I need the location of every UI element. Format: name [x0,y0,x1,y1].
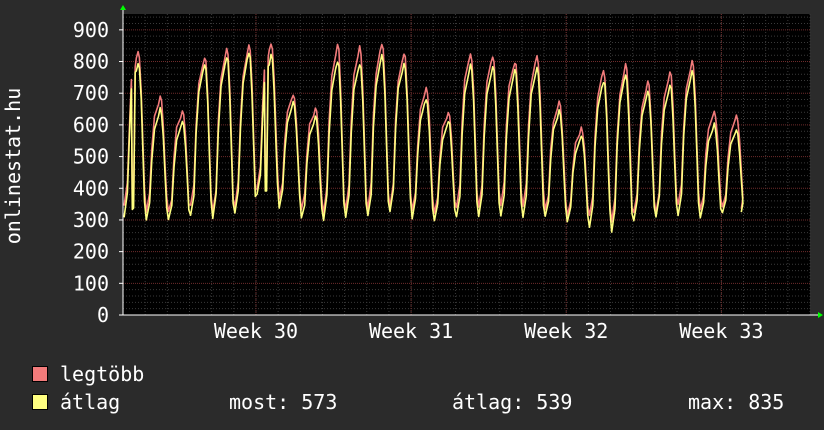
legtobb-swatch [32,366,48,382]
y-tick-label: 600 [73,113,109,137]
x-axis-arrow [818,312,823,318]
most-value: 573 [301,390,338,414]
atlag-swatch [32,394,48,410]
x-tick-label: Week 30 [214,319,298,343]
y-tick-label: 300 [73,208,109,232]
y-tick-label: 500 [73,145,109,169]
y-tick-label: 700 [73,81,109,105]
most-stat: most: 573 [229,389,337,415]
atlag-label: átlag [60,390,121,414]
y-axis-label: onlinestat.hu [1,88,25,245]
x-tick-label: Week 32 [524,319,608,343]
max-label: max: [688,390,737,414]
atlag-stat-label: átlag: [452,390,525,414]
y-tick-labels: 0 100 200 300 400 500 600 700 800 900 [73,18,109,327]
max-stat: max: 835 [688,389,784,415]
y-tick-label: 200 [73,240,109,264]
x-tick-label: Week 33 [679,319,763,343]
legend-row-atlag: átlag most: 573 átlag: 539 max: 835 [32,389,802,415]
y-axis-arrow [120,5,126,10]
y-tick-label: 900 [73,18,109,42]
legtobb-label: legtöbb [60,362,145,386]
chart-frame: 0 100 200 300 400 500 600 700 800 900 Week 30 Week… [0,0,824,430]
x-tick-labels: Week 30 Week 31 Week 32 Week 33 [214,319,764,343]
legend-row-legtobb: legtöbb [32,361,802,387]
y-tick-label: 100 [73,271,109,295]
most-label: most: [229,390,290,414]
y-tick-label: 0 [97,303,109,327]
max-value: 835 [748,390,785,414]
atlag-stat: átlag: 539 [452,389,572,415]
y-tick-label: 400 [73,176,109,200]
atlag-stat-value: 539 [536,390,573,414]
y-tick-label: 800 [73,50,109,74]
x-tick-label: Week 31 [369,319,453,343]
